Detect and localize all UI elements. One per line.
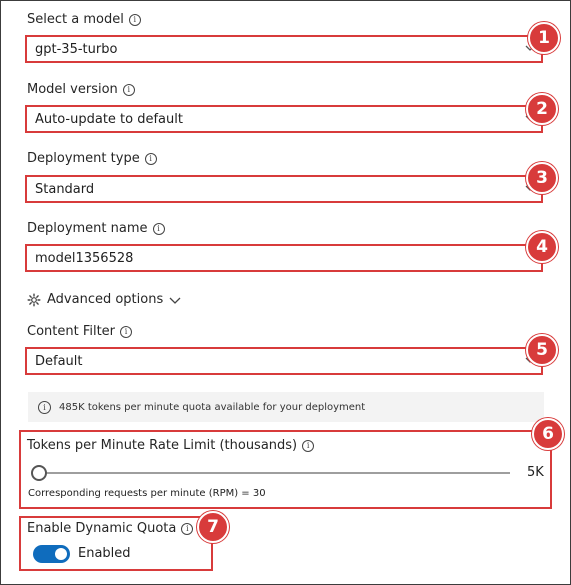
deployment-name-value: model1356528 xyxy=(35,250,134,266)
deployment-name-label: Deployment name i xyxy=(27,221,165,236)
model-version-label: Model version i xyxy=(27,82,135,97)
info-icon[interactable]: i xyxy=(181,522,194,535)
advanced-options-label: Advanced options xyxy=(47,292,164,307)
content-filter-value: Default xyxy=(35,353,83,369)
deployment-name-label-text: Deployment name xyxy=(27,221,148,236)
dynamic-quota-label: Enable Dynamic Quota i xyxy=(27,521,194,536)
deployment-type-label-text: Deployment type xyxy=(27,151,140,166)
info-icon[interactable]: i xyxy=(122,83,135,96)
content-filter-label-text: Content Filter xyxy=(27,324,116,339)
step-badge-4: 4 xyxy=(526,231,558,263)
model-version-value: Auto-update to default xyxy=(35,111,183,127)
rate-limit-value: 5K xyxy=(527,465,544,480)
deployment-type-select[interactable]: Standard xyxy=(25,175,543,203)
step-badge-1: 1 xyxy=(528,22,560,54)
model-select[interactable]: gpt-35-turbo xyxy=(25,35,543,63)
step-badge-3: 3 xyxy=(526,162,558,194)
step-badge-2: 2 xyxy=(526,93,558,125)
rate-limit-slider-track[interactable] xyxy=(38,472,510,474)
deployment-type-label: Deployment type i xyxy=(27,151,157,166)
info-icon: i xyxy=(38,400,51,414)
rate-limit-label-text: Tokens per Minute Rate Limit (thousands) xyxy=(27,438,298,453)
info-icon[interactable]: i xyxy=(120,325,133,338)
content-filter-label: Content Filter i xyxy=(27,324,133,339)
step-badge-6: 6 xyxy=(532,418,564,450)
model-version-label-text: Model version xyxy=(27,82,118,97)
toggle-knob xyxy=(55,548,67,560)
chevron-down-icon xyxy=(169,297,181,304)
model-select-value: gpt-35-turbo xyxy=(35,41,118,57)
quota-info-bar: i 485K tokens per minute quota available… xyxy=(28,392,544,422)
deployment-type-value: Standard xyxy=(35,181,95,197)
info-icon[interactable]: i xyxy=(144,152,157,165)
model-label-text: Select a model xyxy=(27,12,124,27)
gear-icon xyxy=(27,293,41,306)
rpm-text: Corresponding requests per minute (RPM) … xyxy=(28,488,266,499)
content-filter-select[interactable]: Default xyxy=(25,347,543,375)
model-version-select[interactable]: Auto-update to default xyxy=(25,105,543,133)
info-icon[interactable]: i xyxy=(152,222,165,235)
step-badge-7: 7 xyxy=(197,511,229,543)
info-icon[interactable]: i xyxy=(302,439,315,452)
quota-info-text: 485K tokens per minute quota available f… xyxy=(59,401,366,413)
deployment-name-input[interactable]: model1356528 xyxy=(25,244,543,272)
model-label: Select a model i xyxy=(27,12,141,27)
info-icon[interactable]: i xyxy=(128,13,141,26)
dynamic-quota-state: Enabled xyxy=(78,546,131,561)
rate-limit-slider-thumb[interactable] xyxy=(31,465,47,481)
dynamic-quota-label-text: Enable Dynamic Quota xyxy=(27,521,177,536)
dynamic-quota-toggle[interactable] xyxy=(33,545,70,563)
advanced-options-toggle[interactable]: Advanced options xyxy=(27,292,181,307)
rate-limit-label: Tokens per Minute Rate Limit (thousands)… xyxy=(27,438,315,453)
step-badge-5: 5 xyxy=(526,334,558,366)
